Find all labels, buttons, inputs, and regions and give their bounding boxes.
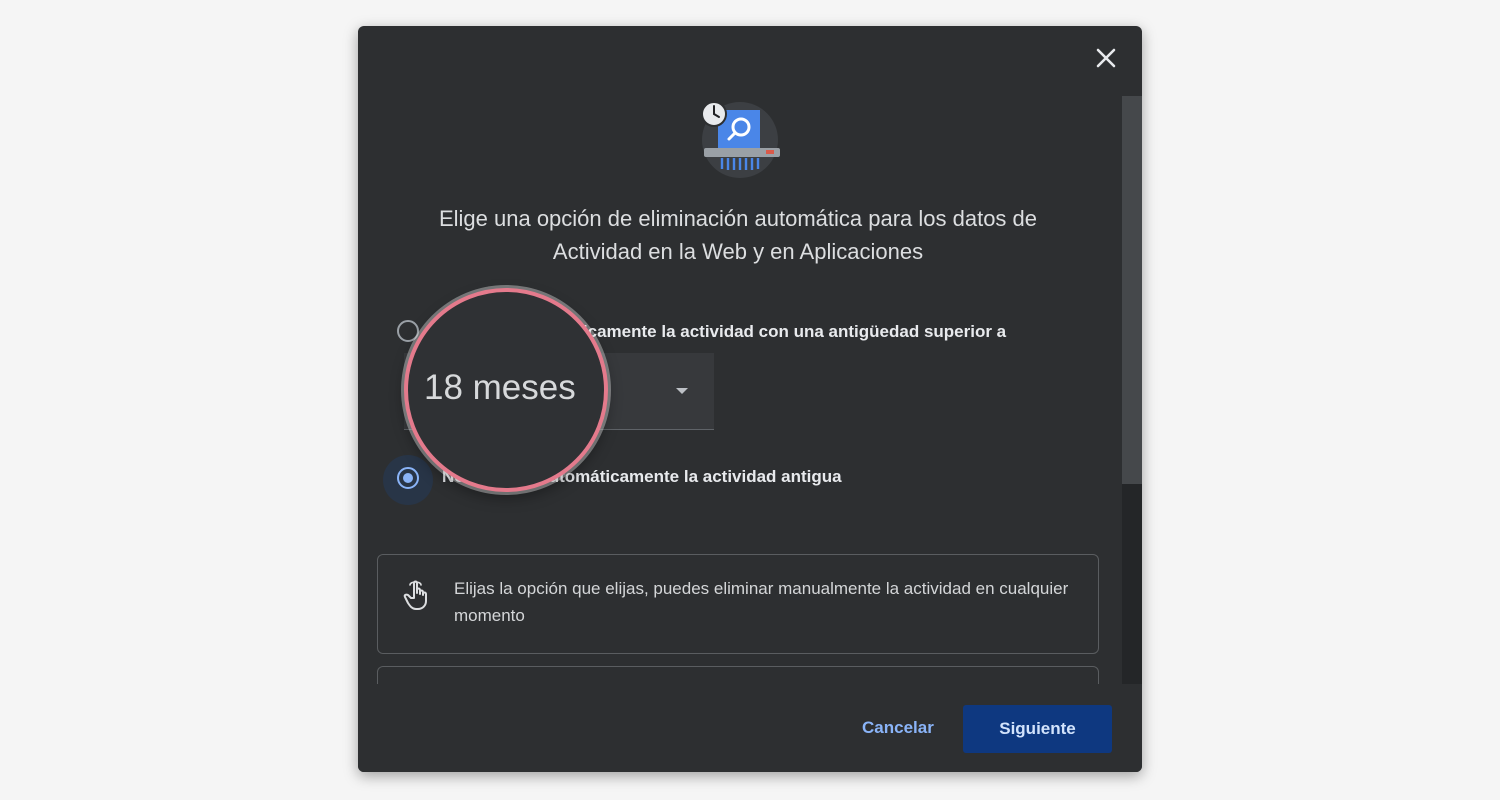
hand-pointer-icon [403, 580, 427, 610]
magnifier-callout: 18 meses [404, 288, 608, 492]
radio-delete-older[interactable] [397, 320, 419, 342]
dialog-title: Elige una opción de eliminación automáti… [438, 206, 1038, 264]
shredder-search-clock-icon [701, 101, 780, 178]
info-box: Elijas la opción que elijas, puedes elim… [377, 554, 1099, 654]
close-button[interactable] [1092, 44, 1120, 72]
close-icon [1096, 48, 1116, 68]
scrollbar-thumb[interactable] [1122, 96, 1142, 484]
dropdown-arrow-icon [676, 388, 688, 394]
next-button[interactable]: Siguiente [963, 705, 1112, 753]
info-text: Elijas la opción que elijas, puedes elim… [454, 579, 1069, 625]
radio-do-not-delete[interactable] [397, 467, 419, 489]
magnifier-dropdown-value: 18 meses [424, 368, 576, 407]
cancel-button[interactable]: Cancelar [850, 710, 946, 746]
